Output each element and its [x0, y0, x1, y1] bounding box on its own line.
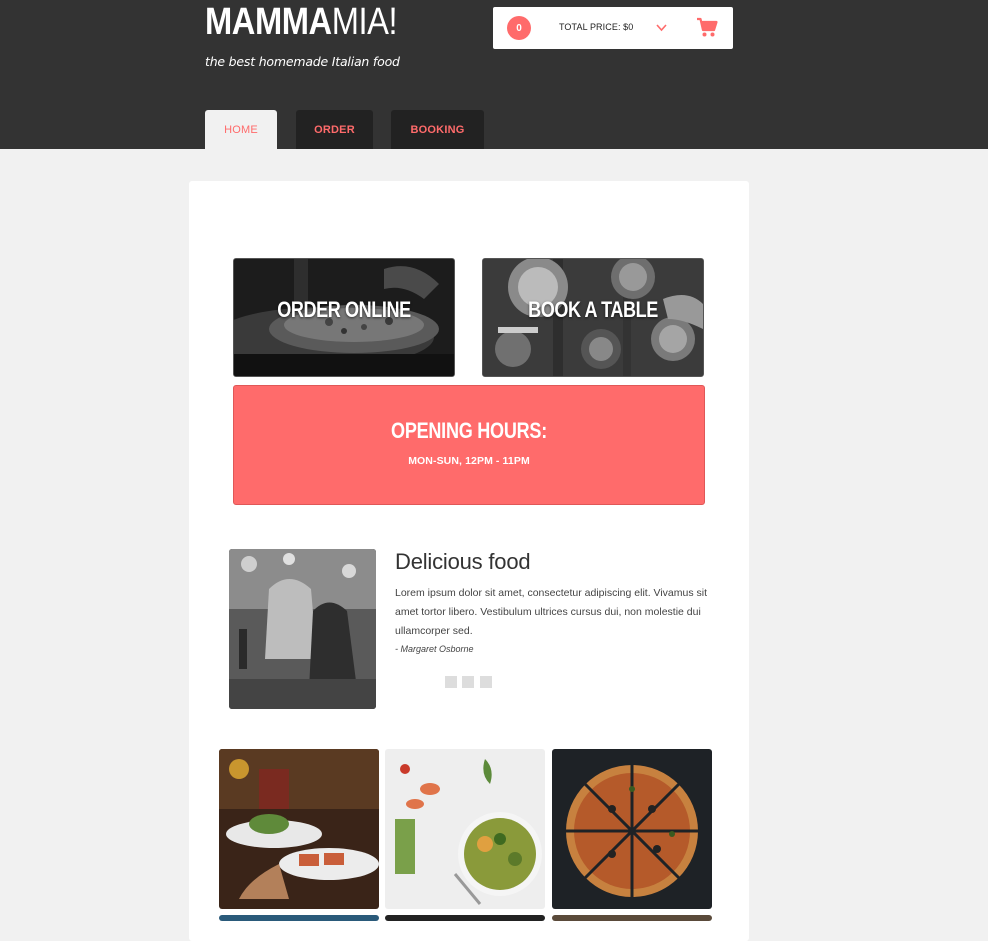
order-online-tile[interactable]: ORDER ONLINE	[233, 258, 455, 377]
tab-booking[interactable]: BOOKING	[391, 110, 484, 149]
cart-total-price: TOTAL PRICE: $0	[559, 22, 634, 32]
gallery-image-row2-1[interactable]	[219, 915, 379, 921]
gallery-image-salad-bowl[interactable]	[385, 749, 545, 909]
tab-order[interactable]: ORDER	[296, 110, 373, 149]
opening-hours-time: MON-SUN, 12PM - 11PM	[408, 455, 530, 467]
shopping-cart-icon[interactable]	[696, 17, 718, 38]
carousel-dot[interactable]	[480, 676, 492, 688]
gallery-image-row2-3[interactable]	[552, 915, 712, 921]
opening-hours-box: OPENING HOURS: MON-SUN, 12PM - 11PM	[233, 385, 705, 505]
site-header: MAMMAMIA! the best homemade Italian food…	[0, 0, 988, 149]
testimonial-author: - Margaret Osborne	[395, 644, 474, 654]
order-online-title: ORDER ONLINE	[277, 297, 411, 322]
testimonial-title: Delicious food	[395, 549, 531, 574]
cart-widget[interactable]: 0 TOTAL PRICE: $0	[493, 7, 733, 49]
book-table-title: BOOK A TABLE	[528, 297, 658, 322]
gallery-image-pizza[interactable]	[552, 749, 712, 909]
chevron-down-icon[interactable]	[655, 21, 668, 34]
site-tagline: the best homemade Italian food	[205, 54, 400, 69]
testimonial-body: Lorem ipsum dolor sit amet, consectetur …	[395, 587, 708, 637]
gallery-image-salad-plates[interactable]	[219, 749, 379, 909]
tab-home[interactable]: HOME	[205, 110, 277, 149]
testimonial-photo	[229, 549, 376, 709]
opening-hours-title: OPENING HOURS:	[391, 418, 547, 443]
cart-count-badge: 0	[507, 16, 531, 40]
logo-name-light: MIA!	[331, 1, 398, 43]
carousel-dot[interactable]	[462, 676, 474, 688]
carousel-dot[interactable]	[445, 676, 457, 688]
site-logo[interactable]: MAMMAMIA!	[205, 0, 398, 44]
book-table-tile[interactable]: BOOK A TABLE	[482, 258, 704, 377]
gallery-image-row2-2[interactable]	[385, 915, 545, 921]
logo-name-bold: MAMMA	[205, 1, 332, 43]
